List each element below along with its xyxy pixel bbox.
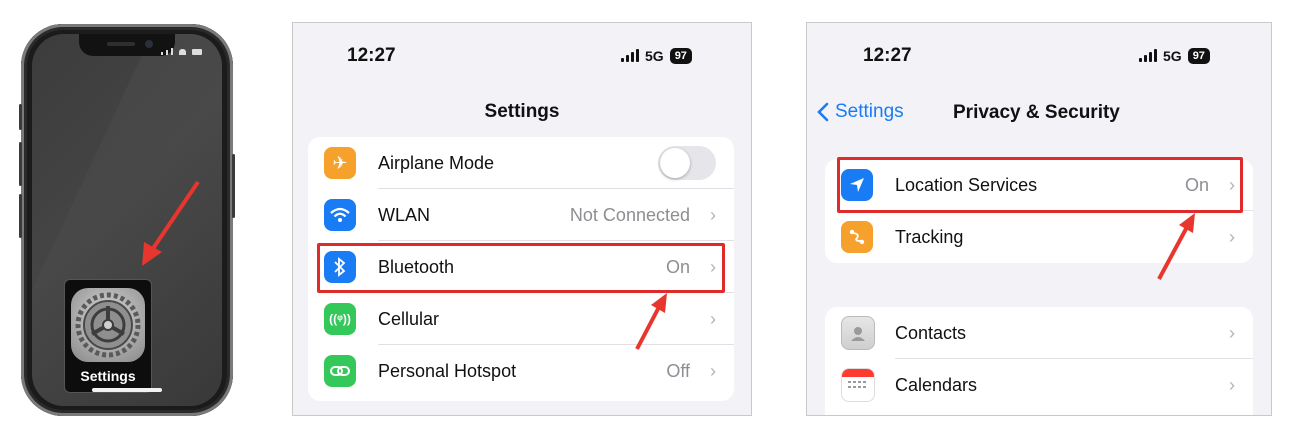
volume-up-button xyxy=(19,142,22,186)
chevron-right-icon: › xyxy=(710,204,716,225)
airplane-mode-toggle[interactable] xyxy=(658,146,716,180)
page-title: Settings xyxy=(484,101,560,122)
row-label: Airplane Mode xyxy=(378,152,495,173)
chevron-right-icon: › xyxy=(1229,226,1235,247)
signal-bars-icon xyxy=(621,49,639,62)
chevron-left-icon xyxy=(817,102,829,122)
power-button xyxy=(232,154,235,218)
page-title: Privacy & Security xyxy=(953,102,1120,123)
calendar-icon xyxy=(841,368,875,402)
row-contacts[interactable]: Contacts › xyxy=(825,307,1253,359)
row-label: Calendars xyxy=(895,374,978,395)
cellular-icon: ((ᵠ)) xyxy=(324,303,356,335)
row-value: Not Connected xyxy=(569,204,690,225)
front-camera-icon xyxy=(145,40,153,48)
row-calendars[interactable]: Calendars › xyxy=(825,359,1253,411)
network-type: 5G xyxy=(1163,48,1182,64)
airplane-icon: ✈ xyxy=(324,147,356,179)
pointer-arrow-to-settings xyxy=(142,180,200,266)
contacts-icon xyxy=(841,316,875,350)
settings-screen: 12:27 5G 97 Settings ✈ Airplane Mode WLA… xyxy=(292,22,752,416)
location-services-highlight-box xyxy=(837,157,1243,213)
volume-down-button xyxy=(19,194,22,238)
wifi-icon xyxy=(324,199,356,231)
row-airplane-mode[interactable]: ✈ Airplane Mode xyxy=(308,137,734,189)
back-label: Settings xyxy=(835,101,904,122)
chevron-right-icon: › xyxy=(1229,322,1235,343)
status-signal: 5G 97 xyxy=(1139,48,1210,64)
battery-badge: 97 xyxy=(1187,48,1210,64)
status-signal: 5G 97 xyxy=(621,48,692,64)
pointer-arrow-to-bluetooth xyxy=(635,293,667,350)
pointer-arrow-to-location-services xyxy=(1157,213,1195,280)
row-label: Cellular xyxy=(378,308,440,329)
tracking-icon xyxy=(841,221,873,253)
privacy-security-screen: 12:27 5G 97 Settings Privacy & Security … xyxy=(806,22,1272,416)
chevron-right-icon: › xyxy=(710,360,716,381)
battery-badge: 97 xyxy=(669,48,692,64)
settings-gear-icon[interactable] xyxy=(71,288,145,362)
status-time: 12:27 xyxy=(863,45,912,66)
bluetooth-highlight-box xyxy=(317,243,725,293)
back-button[interactable]: Settings xyxy=(817,101,904,123)
mute-switch xyxy=(19,104,22,130)
data-access-group: Contacts › Calendars › xyxy=(825,307,1253,415)
chevron-right-icon: › xyxy=(710,308,716,329)
phone-status-icons xyxy=(161,48,202,55)
row-label: Tracking xyxy=(895,226,964,247)
chevron-right-icon: › xyxy=(1229,374,1235,395)
settings-app-label: Settings xyxy=(80,368,136,384)
hotspot-icon xyxy=(324,355,356,387)
row-value: Off xyxy=(666,360,690,381)
row-label: Contacts xyxy=(895,322,967,343)
home-indicator xyxy=(92,388,162,392)
row-wlan[interactable]: WLAN Not Connected › xyxy=(308,189,734,241)
signal-bars-icon xyxy=(1139,49,1157,62)
settings-app-tile[interactable]: Settings xyxy=(64,279,152,393)
row-label: WLAN xyxy=(378,204,431,225)
network-type: 5G xyxy=(645,48,664,64)
status-time: 12:27 xyxy=(347,45,396,66)
row-label: Personal Hotspot xyxy=(378,360,517,381)
